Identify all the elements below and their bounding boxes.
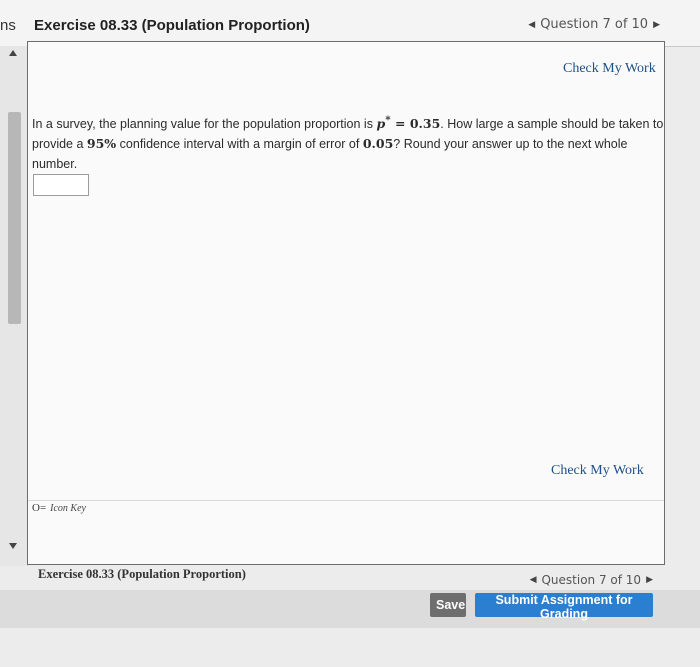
p-symbol: p bbox=[376, 116, 386, 132]
question-nav-label: Question 7 of 10 bbox=[540, 17, 649, 32]
confidence-level: 95% bbox=[86, 136, 117, 152]
next-question-icon[interactable]: ▶ bbox=[653, 20, 660, 30]
save-button[interactable]: Save bbox=[430, 593, 466, 617]
margin-of-error: 0.05 bbox=[362, 136, 394, 152]
icon-key[interactable]: O= Icon Key bbox=[32, 502, 86, 514]
scroll-thumb[interactable] bbox=[8, 112, 21, 324]
question-text-part: confidence interval with a margin of err… bbox=[116, 137, 363, 152]
submit-assignment-button[interactable]: Submit Assignment for Grading bbox=[475, 593, 653, 621]
question-text-part: In a survey, the planning value for the … bbox=[32, 117, 377, 132]
prev-question-icon[interactable]: ◀ bbox=[528, 20, 535, 30]
p-value: = 0.35 bbox=[390, 116, 441, 132]
top-bar: ns Exercise 08.33 (Population Proportion… bbox=[0, 0, 700, 47]
question-nav-bottom: ◀ Question 7 of 10 ▶ bbox=[530, 573, 653, 587]
question-text: In a survey, the planning value for the … bbox=[32, 110, 664, 174]
answer-input[interactable] bbox=[33, 174, 89, 196]
question-panel: Check My Work In a survey, the planning … bbox=[27, 41, 665, 565]
key-icon: O= bbox=[32, 502, 47, 514]
panel-divider bbox=[28, 500, 664, 501]
prev-question-icon[interactable]: ◀ bbox=[530, 575, 537, 585]
scroll-up-icon[interactable] bbox=[9, 50, 17, 56]
scroll-down-icon[interactable] bbox=[9, 543, 17, 549]
page-title: Exercise 08.33 (Population Proportion) bbox=[34, 17, 310, 34]
math-p-star: p* = 0.35 bbox=[376, 114, 441, 132]
footer-exercise-title: Exercise 08.33 (Population Proportion) bbox=[38, 567, 246, 581]
next-question-icon[interactable]: ▶ bbox=[646, 575, 653, 585]
question-nav-top: ◀ Question 7 of 10 ▶ bbox=[528, 17, 660, 32]
check-my-work-link-bottom[interactable]: Check My Work bbox=[551, 463, 644, 479]
nav-cutoff-text: ns bbox=[0, 17, 16, 34]
check-my-work-link-top[interactable]: Check My Work bbox=[563, 61, 656, 77]
icon-key-label: Icon Key bbox=[50, 502, 86, 514]
scrollbar[interactable] bbox=[0, 46, 28, 566]
question-nav-label: Question 7 of 10 bbox=[541, 573, 642, 587]
